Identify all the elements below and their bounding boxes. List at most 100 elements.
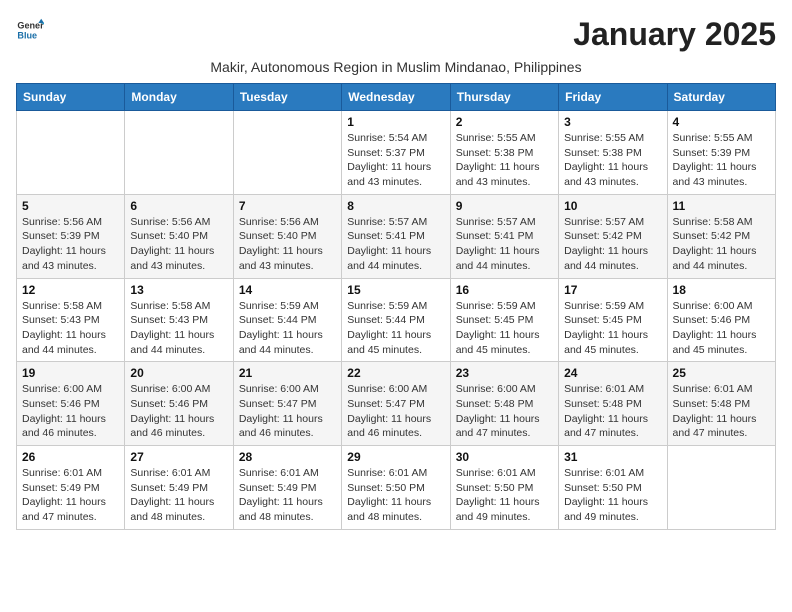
day-info: Sunrise: 6:01 AMSunset: 5:50 PMDaylight:… <box>456 466 553 525</box>
day-cell: 2 Sunrise: 5:55 AMSunset: 5:38 PMDaylight… <box>450 111 558 195</box>
header-wednesday: Wednesday <box>342 84 450 111</box>
day-info: Sunrise: 6:01 AMSunset: 5:49 PMDaylight:… <box>239 466 336 525</box>
header-sunday: Sunday <box>17 84 125 111</box>
day-info: Sunrise: 6:01 AMSunset: 5:48 PMDaylight:… <box>673 382 770 441</box>
day-cell: 29 Sunrise: 6:01 AMSunset: 5:50 PMDayligh… <box>342 446 450 530</box>
day-info: Sunrise: 5:56 AMSunset: 5:40 PMDaylight:… <box>130 215 227 274</box>
header-monday: Monday <box>125 84 233 111</box>
day-cell: 18Sunrise: 6:00 AMSunset: 5:46 PMDayligh… <box>667 278 775 362</box>
day-cell <box>233 111 341 195</box>
svg-text:Blue: Blue <box>17 30 37 40</box>
day-number: 2 <box>456 115 553 129</box>
day-number: 15 <box>347 283 444 297</box>
day-info: Sunrise: 6:01 AMSunset: 5:49 PMDaylight:… <box>130 466 227 525</box>
logo: General Blue <box>16 16 44 44</box>
day-cell: 31Sunrise: 6:01 AMSunset: 5:50 PMDayligh… <box>559 446 667 530</box>
day-number: 8 <box>347 199 444 213</box>
day-info: Sunrise: 5:56 AMSunset: 5:40 PMDaylight:… <box>239 215 336 274</box>
day-number: 13 <box>130 283 227 297</box>
day-cell: 10 Sunrise: 5:57 AMSunset: 5:42 PMDayligh… <box>559 194 667 278</box>
day-cell: 15 Sunrise: 5:59 AMSunset: 5:44 PMDayligh… <box>342 278 450 362</box>
page-header: General Blue January 2025 <box>16 16 776 53</box>
header-saturday: Saturday <box>667 84 775 111</box>
day-info: Sunrise: 5:57 AMSunset: 5:41 PMDaylight:… <box>456 215 553 274</box>
day-cell: 21Sunrise: 6:00 AMSunset: 5:47 PMDayligh… <box>233 362 341 446</box>
day-number: 16 <box>456 283 553 297</box>
day-cell: 19 Sunrise: 6:00 AMSunset: 5:46 PMDayligh… <box>17 362 125 446</box>
day-cell: 6 Sunrise: 5:56 AMSunset: 5:40 PMDaylight… <box>125 194 233 278</box>
day-cell: 13 Sunrise: 5:58 AMSunset: 5:43 PMDayligh… <box>125 278 233 362</box>
day-cell: 9Sunrise: 5:57 AMSunset: 5:41 PMDaylight… <box>450 194 558 278</box>
calendar-body: 1 Sunrise: 5:54 AMSunset: 5:37 PMDaylight… <box>17 111 776 530</box>
day-number: 10 <box>564 199 661 213</box>
day-number: 29 <box>347 450 444 464</box>
day-info: Sunrise: 5:55 AMSunset: 5:39 PMDaylight:… <box>673 131 770 190</box>
day-number: 1 <box>347 115 444 129</box>
day-info: Sunrise: 6:00 AMSunset: 5:46 PMDaylight:… <box>22 382 119 441</box>
day-cell <box>17 111 125 195</box>
day-info: Sunrise: 6:00 AMSunset: 5:47 PMDaylight:… <box>347 382 444 441</box>
calendar-header: Sunday Monday Tuesday Wednesday Thursday… <box>17 84 776 111</box>
day-number: 3 <box>564 115 661 129</box>
day-number: 14 <box>239 283 336 297</box>
day-cell: 17Sunrise: 5:59 AMSunset: 5:45 PMDayligh… <box>559 278 667 362</box>
week-row-2: 5 Sunrise: 5:56 AMSunset: 5:39 PMDaylight… <box>17 194 776 278</box>
day-number: 5 <box>22 199 119 213</box>
day-cell: 1 Sunrise: 5:54 AMSunset: 5:37 PMDaylight… <box>342 111 450 195</box>
day-cell: 23 Sunrise: 6:00 AMSunset: 5:48 PMDayligh… <box>450 362 558 446</box>
month-title: January 2025 <box>573 16 776 53</box>
day-number: 23 <box>456 366 553 380</box>
day-info: Sunrise: 6:00 AMSunset: 5:46 PMDaylight:… <box>130 382 227 441</box>
day-info: Sunrise: 5:55 AMSunset: 5:38 PMDaylight:… <box>564 131 661 190</box>
day-info: Sunrise: 6:01 AMSunset: 5:50 PMDaylight:… <box>564 466 661 525</box>
day-number: 30 <box>456 450 553 464</box>
header-thursday: Thursday <box>450 84 558 111</box>
week-row-1: 1 Sunrise: 5:54 AMSunset: 5:37 PMDaylight… <box>17 111 776 195</box>
day-info: Sunrise: 5:54 AMSunset: 5:37 PMDaylight:… <box>347 131 444 190</box>
day-number: 26 <box>22 450 119 464</box>
day-cell: 12Sunrise: 5:58 AMSunset: 5:43 PMDayligh… <box>17 278 125 362</box>
day-info: Sunrise: 5:59 AMSunset: 5:45 PMDaylight:… <box>564 299 661 358</box>
title-block: January 2025 <box>573 16 776 53</box>
day-cell: 24Sunrise: 6:01 AMSunset: 5:48 PMDayligh… <box>559 362 667 446</box>
day-info: Sunrise: 5:55 AMSunset: 5:38 PMDaylight:… <box>456 131 553 190</box>
day-cell: 28 Sunrise: 6:01 AMSunset: 5:49 PMDayligh… <box>233 446 341 530</box>
day-cell: 3 Sunrise: 5:55 AMSunset: 5:38 PMDaylight… <box>559 111 667 195</box>
day-number: 6 <box>130 199 227 213</box>
day-number: 25 <box>673 366 770 380</box>
day-cell: 25 Sunrise: 6:01 AMSunset: 5:48 PMDayligh… <box>667 362 775 446</box>
day-info: Sunrise: 6:01 AMSunset: 5:49 PMDaylight:… <box>22 466 119 525</box>
day-cell <box>667 446 775 530</box>
week-row-4: 19 Sunrise: 6:00 AMSunset: 5:46 PMDayligh… <box>17 362 776 446</box>
day-cell <box>125 111 233 195</box>
day-cell: 4Sunrise: 5:55 AMSunset: 5:39 PMDaylight… <box>667 111 775 195</box>
day-info: Sunrise: 5:57 AMSunset: 5:42 PMDaylight:… <box>564 215 661 274</box>
week-row-3: 12 Sunrise: 5:58 AMSunset: 5:43 PMDayligh… <box>17 278 776 362</box>
day-number: 11 <box>673 199 770 213</box>
day-number: 28 <box>239 450 336 464</box>
day-number: 19 <box>22 366 119 380</box>
day-info: Sunrise: 6:01 AMSunset: 5:50 PMDaylight:… <box>347 466 444 525</box>
day-info: Sunrise: 5:58 AMSunset: 5:42 PMDaylight:… <box>673 215 770 274</box>
day-cell: 8 Sunrise: 5:57 AMSunset: 5:41 PMDaylight… <box>342 194 450 278</box>
day-cell: 26 Sunrise: 6:01 AMSunset: 5:49 PMDayligh… <box>17 446 125 530</box>
day-cell: 30 Sunrise: 6:01 AMSunset: 5:50 PMDayligh… <box>450 446 558 530</box>
week-row-5: 26 Sunrise: 6:01 AMSunset: 5:49 PMDayligh… <box>17 446 776 530</box>
day-info: Sunrise: 6:00 AMSunset: 5:48 PMDaylight:… <box>456 382 553 441</box>
header-friday: Friday <box>559 84 667 111</box>
day-info: Sunrise: 6:00 AMSunset: 5:47 PMDaylight:… <box>239 382 336 441</box>
day-number: 7 <box>239 199 336 213</box>
day-cell: 5 Sunrise: 5:56 AMSunset: 5:39 PMDaylight… <box>17 194 125 278</box>
day-number: 12 <box>22 283 119 297</box>
calendar-table: Sunday Monday Tuesday Wednesday Thursday… <box>16 83 776 530</box>
day-number: 18 <box>673 283 770 297</box>
day-info: Sunrise: 5:59 AMSunset: 5:45 PMDaylight:… <box>456 299 553 358</box>
day-number: 27 <box>130 450 227 464</box>
day-info: Sunrise: 5:58 AMSunset: 5:43 PMDaylight:… <box>130 299 227 358</box>
day-info: Sunrise: 5:57 AMSunset: 5:41 PMDaylight:… <box>347 215 444 274</box>
day-cell: 11 Sunrise: 5:58 AMSunset: 5:42 PMDayligh… <box>667 194 775 278</box>
day-number: 24 <box>564 366 661 380</box>
day-info: Sunrise: 5:59 AMSunset: 5:44 PMDaylight:… <box>347 299 444 358</box>
day-info: Sunrise: 5:56 AMSunset: 5:39 PMDaylight:… <box>22 215 119 274</box>
day-info: Sunrise: 5:59 AMSunset: 5:44 PMDaylight:… <box>239 299 336 358</box>
